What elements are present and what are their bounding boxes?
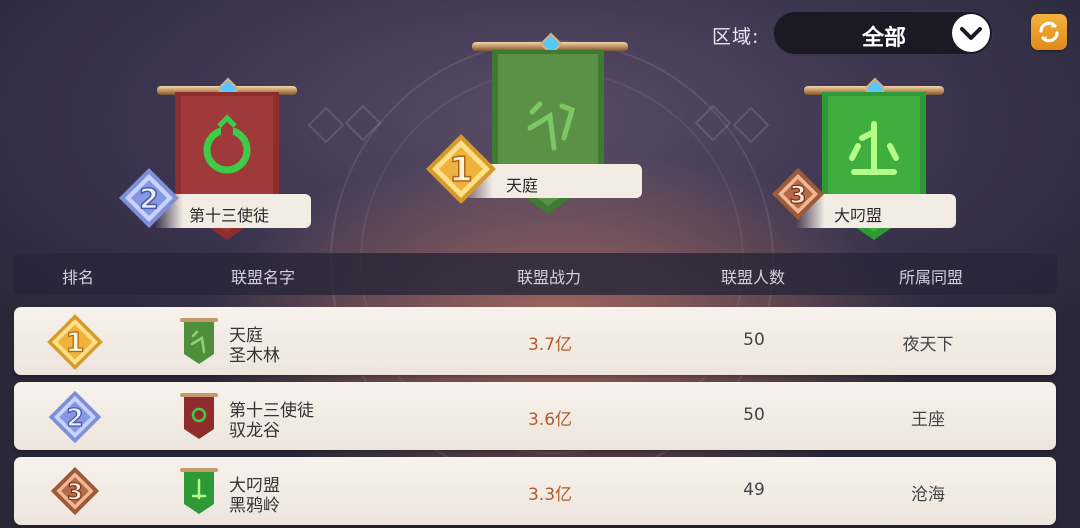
rank-1-medal-icon: 1 (47, 314, 103, 370)
chevron-down-icon[interactable] (952, 14, 990, 52)
member-count: 49 (743, 480, 765, 500)
rank-2-medal-icon: 2 (119, 168, 179, 228)
alliance-power: 3.6亿 (527, 410, 573, 430)
background-diamond (732, 106, 770, 144)
header-alliance-name: 联盟名字 (230, 268, 296, 287)
rank-3-medal-icon: 3 (772, 168, 824, 220)
svg-text:1: 1 (449, 150, 473, 190)
rank-2-medal-icon: 2 (48, 390, 102, 444)
alliance-server: 圣木林 (229, 346, 280, 366)
refresh-icon[interactable] (1031, 14, 1067, 50)
member-count: 50 (743, 330, 765, 350)
podium-alliance-name: 第十三使徒 (189, 206, 270, 225)
svg-text:1: 1 (66, 328, 85, 359)
member-count: 50 (743, 405, 765, 425)
region-label: 区域: (712, 26, 760, 48)
parent-alliance: 沧海 (911, 485, 945, 505)
svg-text:3: 3 (790, 181, 807, 209)
svg-text:2: 2 (139, 182, 158, 215)
table-row[interactable]: 3 大叼盟 黑鸦岭 3.3亿 49 沧海 (14, 457, 1056, 525)
table-row[interactable]: 1 天庭 圣木林 3.7亿 50 夜天下 (14, 307, 1056, 375)
svg-text:3: 3 (67, 479, 83, 505)
alliance-power: 3.3亿 (527, 485, 573, 505)
alliance-flag-icon (180, 393, 218, 439)
alliance-flag-icon (180, 318, 218, 364)
podium-alliance-name: 天庭 (506, 176, 539, 195)
header-alliance-power: 联盟战力 (516, 268, 582, 287)
podium-rank-1[interactable]: 天庭 1 (420, 30, 650, 220)
alliance-flag-icon (180, 468, 218, 514)
table-row[interactable]: 2 第十三使徒 驭龙谷 3.6亿 50 王座 (14, 382, 1056, 450)
svg-text:2: 2 (66, 403, 83, 432)
podium-rank-2[interactable]: 第十三使徒 2 (115, 77, 315, 248)
parent-alliance: 王座 (911, 410, 945, 430)
rank-1-medal-icon: 1 (426, 134, 496, 204)
header-parent-alliance: 所属同盟 (898, 268, 964, 287)
alliance-server: 驭龙谷 (229, 421, 280, 441)
header-member-count: 联盟人数 (720, 268, 786, 287)
ranking-table-header: 排名 联盟名字 联盟战力 联盟人数 所属同盟 (13, 253, 1057, 295)
alliance-power: 3.7亿 (527, 335, 573, 355)
rank-3-medal-icon: 3 (50, 466, 100, 516)
podium-alliance-name: 大叼盟 (834, 206, 883, 225)
alliance-server: 黑鸦岭 (229, 496, 280, 516)
header-rank: 排名 (61, 268, 95, 287)
parent-alliance: 夜天下 (902, 335, 954, 355)
podium-rank-3[interactable]: 大叼盟 3 (770, 77, 970, 248)
region-dropdown[interactable]: 全部 (773, 11, 993, 55)
